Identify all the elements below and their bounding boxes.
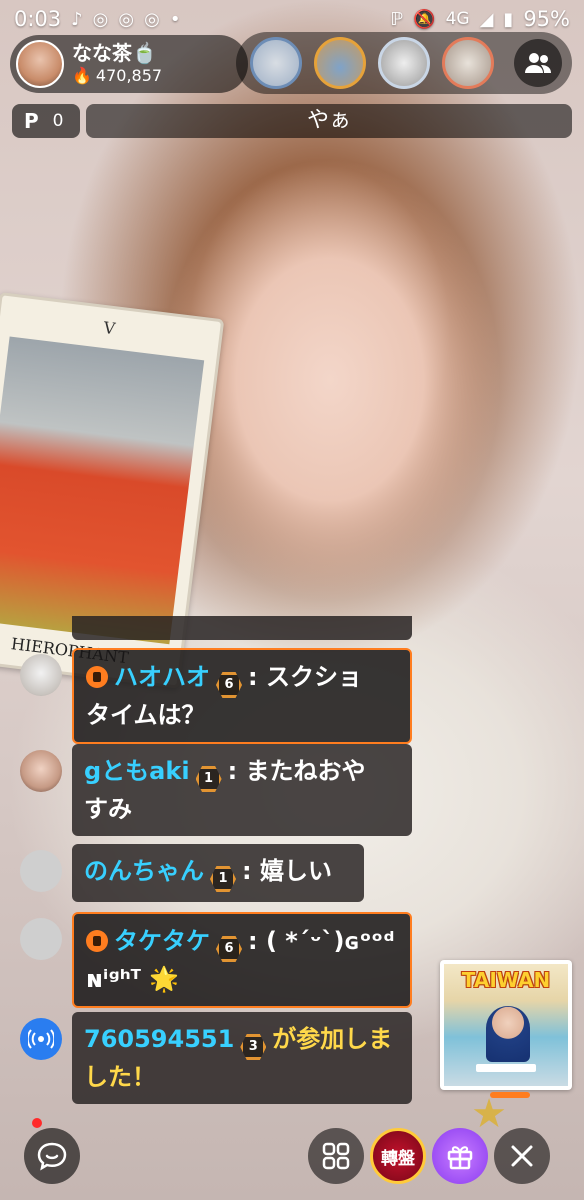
stream-title: やぁ — [86, 104, 572, 138]
dot-icon: • — [169, 8, 181, 30]
chat-text: ɴⁱᵍʰᵀ 🌟 — [86, 965, 180, 993]
promo-person-image — [486, 1006, 530, 1062]
chat-message: のんちゃん 1: 嬉しい — [20, 844, 364, 902]
close-button[interactable] — [494, 1128, 550, 1184]
chat-bubble[interactable]: のんちゃん 1: 嬉しい — [72, 844, 364, 902]
chat-text: タイムは？ — [86, 701, 206, 729]
chat-text: が参加しま — [272, 1025, 393, 1053]
status-network: 4G — [445, 9, 470, 29]
vip-icon — [86, 930, 108, 952]
chat-bubble[interactable]: gともaki 1: またねおや すみ — [72, 744, 412, 836]
battery-icon: ▮ — [503, 8, 514, 30]
star-icon: ★ — [471, 1091, 507, 1137]
host-avatar[interactable] — [16, 40, 64, 88]
promo-tag — [476, 1064, 536, 1072]
points-icon: P — [24, 109, 39, 133]
chat-text: またねおや — [245, 757, 366, 785]
chat-avatar[interactable] — [20, 918, 62, 960]
people-icon — [525, 53, 551, 73]
host-fans-count: 470,857 — [95, 66, 163, 85]
viewer-avatar-2[interactable] — [314, 37, 366, 89]
tarot-card-illustration — [0, 336, 205, 645]
chat-avatar[interactable] — [20, 850, 62, 892]
nfc-icon: ℙ — [390, 8, 404, 30]
broadcast-icon — [28, 1029, 54, 1049]
promo-banner[interactable]: TAIWAN — [440, 960, 572, 1090]
viewers-list-button[interactable] — [514, 39, 562, 87]
chat-text: した！ — [84, 1063, 156, 1091]
points-counter[interactable]: P 0 — [12, 104, 80, 138]
viewer-avatar-4[interactable] — [442, 37, 494, 89]
wheel-button[interactable]: 轉盤 — [370, 1128, 426, 1184]
chat-avatar — [20, 1018, 62, 1060]
close-icon — [511, 1145, 533, 1167]
chat-username[interactable]: 760594551 — [84, 1025, 234, 1053]
notification-dot — [32, 1118, 42, 1128]
tiktok-icon: ♪ — [71, 8, 83, 30]
apps-button[interactable] — [308, 1128, 364, 1184]
chat-message: ハオハオ 6: スクショ タイムは？ — [20, 648, 412, 744]
level-badge: 1 — [210, 866, 236, 892]
chat-button[interactable] — [24, 1128, 80, 1184]
level-badge: 6 — [216, 672, 242, 698]
gift-button[interactable] — [432, 1128, 488, 1184]
host-info[interactable]: なな茶🍵 🔥 470,857 — [10, 35, 248, 93]
host-fans: 🔥 470,857 — [72, 65, 162, 87]
chat-message: gともaki 1: またねおや すみ — [20, 744, 412, 836]
chat-avatar[interactable] — [20, 654, 62, 696]
status-battery: 95% — [523, 7, 570, 31]
chat-username[interactable]: のんちゃん — [84, 857, 204, 885]
top-viewers — [236, 32, 572, 94]
host-text: なな茶🍵 🔥 470,857 — [72, 41, 162, 87]
chat-username[interactable]: ハオハオ — [114, 663, 210, 691]
level-badge: 6 — [216, 936, 242, 962]
level-badge: 3 — [240, 1034, 267, 1060]
chat-previous-message-edge — [72, 616, 412, 640]
signal-icon: ◢ — [479, 8, 494, 30]
chat-icon — [37, 1142, 67, 1171]
status-right: ℙ 🔕 4G ◢ ▮ 95% — [391, 7, 570, 31]
chat-bubble[interactable]: タケタケ 6: ( *´ᵕ`)ɢᵒᵒᵈ ɴⁱᵍʰᵀ 🌟 — [72, 912, 412, 1008]
chat-text: ( *´ᵕ`)ɢᵒᵒᵈ — [265, 927, 395, 955]
instagram-icon: ◎ — [92, 8, 109, 30]
chat-username[interactable]: gともaki — [84, 757, 190, 785]
chat-username[interactable]: タケタケ — [114, 927, 210, 955]
points-value: 0 — [52, 111, 64, 131]
wheel-label: 轉盤 — [381, 1148, 415, 1169]
chat-separator: : — [248, 663, 258, 691]
chat-avatar[interactable] — [20, 750, 62, 792]
status-left: 0:03 ♪ ◎ ◎ ◎ • — [14, 7, 180, 31]
chat-text: すみ — [84, 795, 132, 823]
chat-message: 760594551 3 が参加しま した！ — [20, 1012, 412, 1104]
chat-bubble[interactable]: ハオハオ 6: スクショ タイムは？ — [72, 648, 412, 744]
instagram-icon: ◎ — [118, 8, 135, 30]
chat-separator: : — [227, 757, 238, 785]
viewer-avatar-1[interactable] — [250, 37, 302, 89]
chat-separator: : — [242, 857, 252, 885]
chat-text: 嬉しい — [259, 857, 332, 885]
chat-message: タケタケ 6: ( *´ᵕ`)ɢᵒᵒᵈ ɴⁱᵍʰᵀ 🌟 — [20, 912, 412, 1008]
level-badge: 1 — [195, 766, 222, 792]
instagram-icon: ◎ — [144, 8, 160, 30]
mute-icon: 🔕 — [413, 8, 436, 30]
gift-icon — [447, 1146, 473, 1170]
chat-separator: : — [248, 927, 258, 955]
chat-bubble: 760594551 3 が参加しま した！ — [72, 1012, 412, 1104]
host-name: なな茶🍵 — [72, 41, 157, 65]
flame-icon: 🔥 — [72, 66, 92, 85]
grid-icon — [322, 1142, 350, 1170]
status-time: 0:03 — [14, 7, 62, 31]
viewer-avatar-3[interactable] — [378, 37, 430, 89]
vip-icon — [86, 666, 108, 688]
promo-title: TAIWAN — [461, 968, 551, 992]
chat-text: スクショ — [265, 663, 362, 691]
